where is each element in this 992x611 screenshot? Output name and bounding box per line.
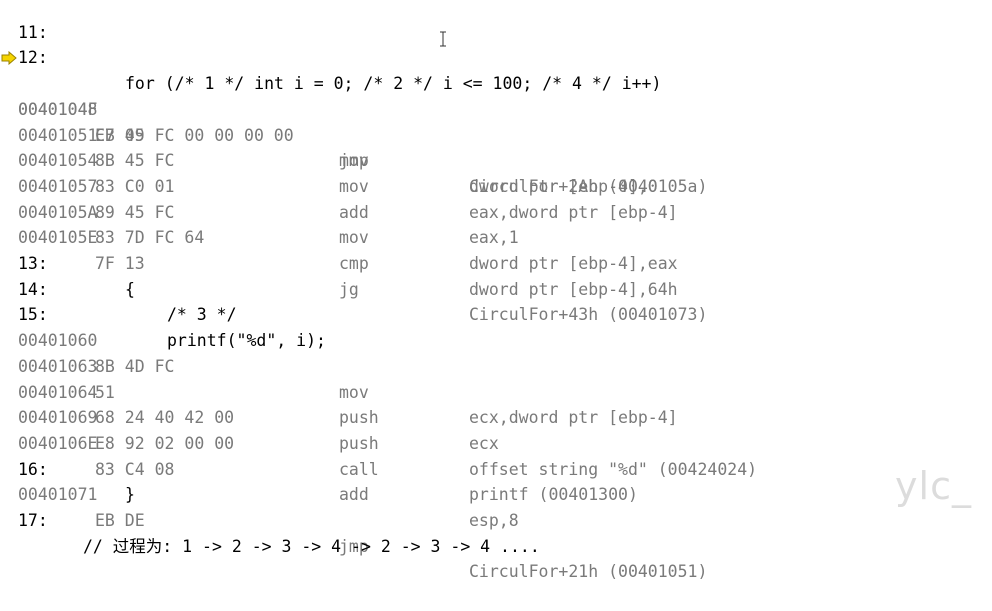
source-line[interactable]: 16: } — [0, 431, 992, 505]
asm-line[interactable]: 00401064 68 24 40 42 00 push offset stri… — [0, 354, 992, 479]
watermark: ylc_ — [895, 464, 972, 508]
source-line[interactable]: 15: printf("%d", i); — [0, 277, 992, 350]
source-line[interactable]: 13: { — [0, 225, 992, 299]
asm-line[interactable]: 0040105E 7F 13 jg CirculFor+43h (0040107… — [0, 200, 992, 324]
asm-line[interactable]: 00401069 E8 92 02 00 00 call printf (004… — [0, 380, 992, 504]
text-cursor-icon — [440, 31, 446, 47]
source-line[interactable]: 12: for (/* 1 */ int i = 0; /* 2 */ i <=… — [0, 20, 992, 93]
disassembly-view[interactable]: 11: 12: for (/* 1 */ int i = 0; /* 2 */ … — [0, 0, 992, 581]
arrow-icon — [1, 51, 17, 66]
asm-bytes: EB DE — [95, 511, 145, 530]
asm-line[interactable]: 00401060 8B 4D FC mov ecx,dword ptr [ebp… — [0, 302, 992, 427]
asm-line[interactable]: 00401057 89 45 FC mov dword ptr [ebp-4],… — [0, 148, 992, 273]
asm-line[interactable]: 00401054 83 C0 01 add eax,1 — [0, 123, 992, 247]
asm-operands: CirculFor+21h (00401051) — [469, 562, 708, 582]
asm-line[interactable]: 0040105A 83 7D FC 64 cmp dword ptr [ebp-… — [0, 174, 992, 299]
asm-line[interactable]: 00401071 EB DE jmp CirculFor+21h (004010… — [0, 457, 992, 581]
asm-line[interactable]: 00401063 51 push ecx — [0, 328, 992, 453]
line-number: 17: — [18, 511, 48, 530]
source-line[interactable]: 17: // 过程为: 1 -> 2 -> 3 -> 4 -> 2 -> 3 -… — [0, 482, 992, 556]
source-code: // 过程为: 1 -> 2 -> 3 -> 4 -> 2 -> 3 -> 4 … — [83, 536, 540, 556]
asm-operands: esp,8 — [469, 511, 519, 530]
asm-line[interactable]: 00401048 C7 45 FC 00 00 00 00 mov dword … — [0, 45, 992, 196]
source-line[interactable]: 14: /* 3 */ — [0, 251, 992, 325]
asm-line[interactable]: 0040106E 83 C4 08 add esp,8 — [0, 405, 992, 530]
asm-line[interactable]: 0040104F EB 09 jmp CirculFor+2Ah (004010… — [0, 71, 992, 196]
asm-line[interactable]: 00401051 8B 45 FC mov eax,dword ptr [ebp… — [0, 97, 992, 222]
source-line[interactable]: 11: — [0, 0, 992, 42]
